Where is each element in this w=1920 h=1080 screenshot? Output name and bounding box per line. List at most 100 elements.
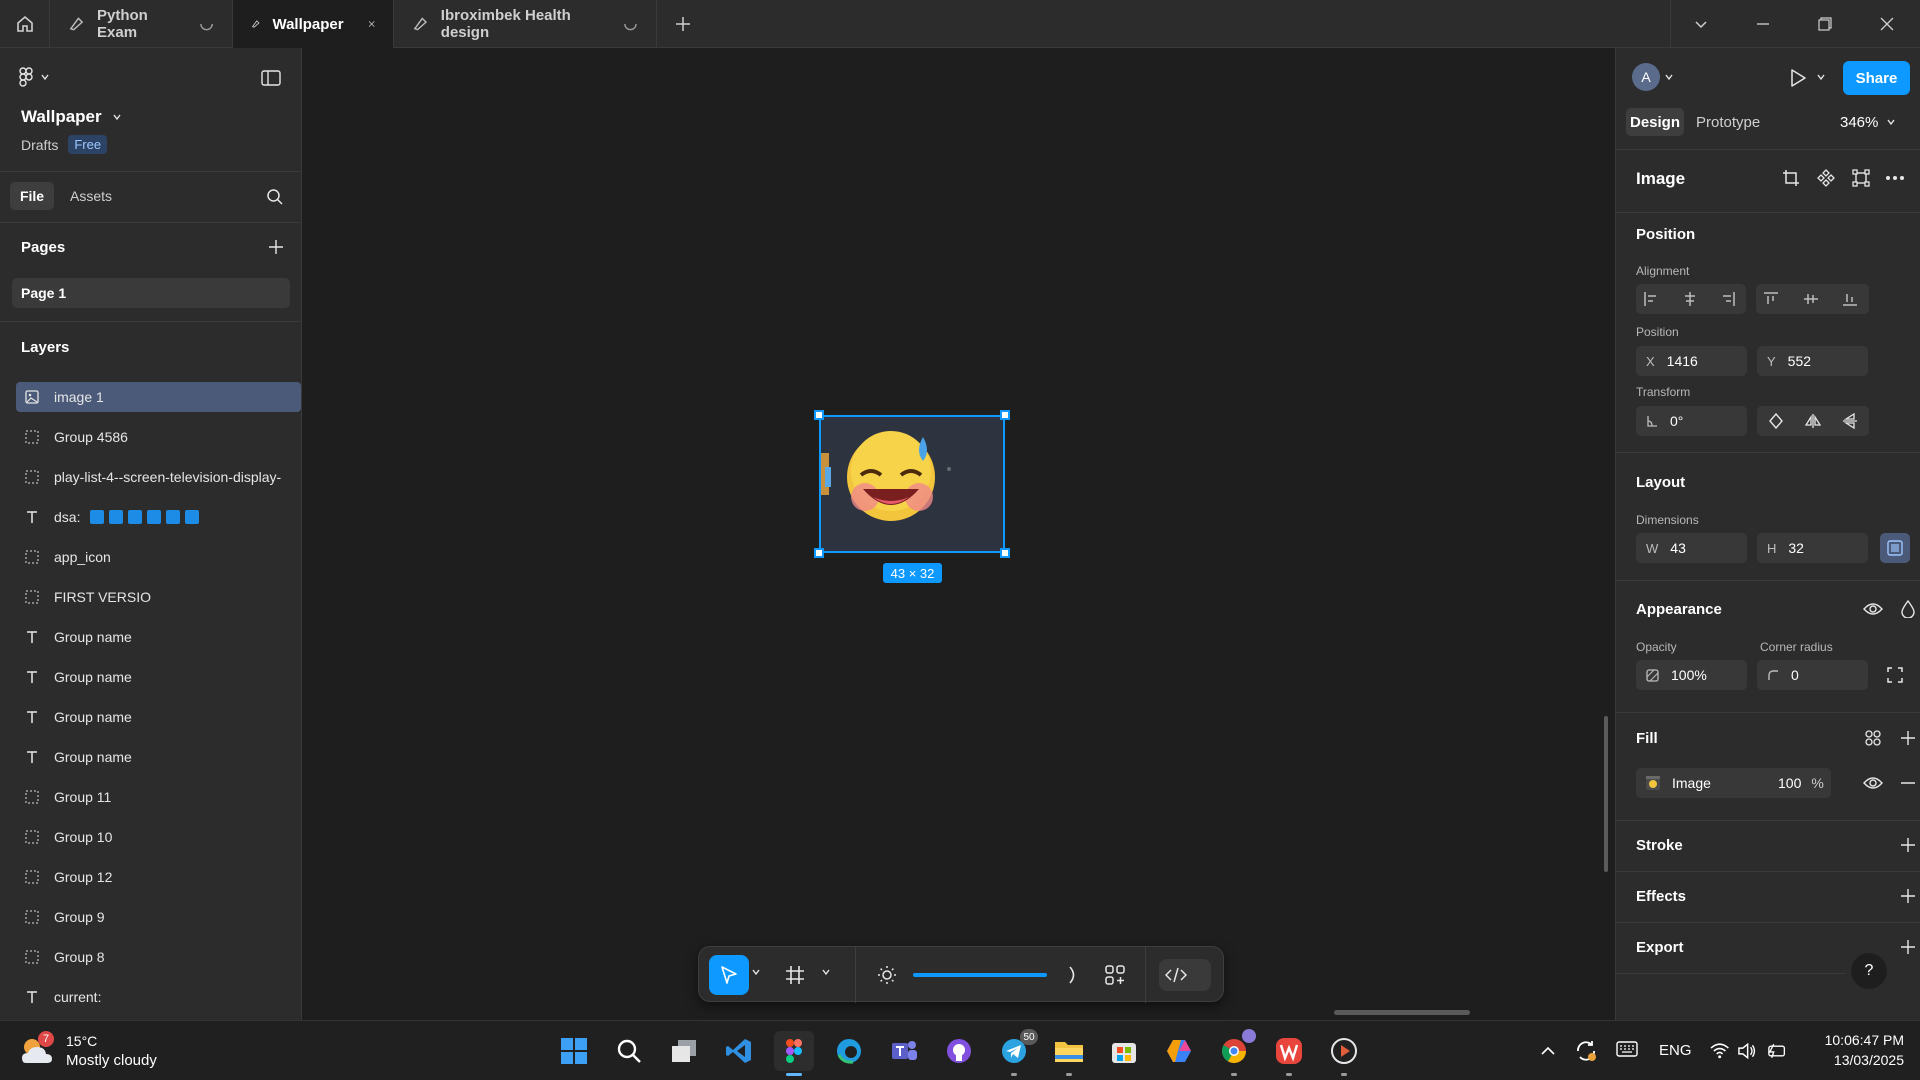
main-menu-button[interactable]: [18, 64, 62, 90]
frame-tool-button[interactable]: [775, 955, 815, 995]
zoom-dropdown[interactable]: 346%: [1840, 108, 1896, 136]
tab-design[interactable]: Design: [1626, 108, 1684, 136]
home-button[interactable]: [0, 0, 50, 48]
store-app[interactable]: [1104, 1031, 1144, 1071]
new-tab-button[interactable]: [668, 9, 698, 39]
resize-handle-top-right[interactable]: [1000, 410, 1010, 420]
add-fill-button[interactable]: [1893, 723, 1920, 753]
telegram-app[interactable]: 50: [994, 1029, 1038, 1076]
move-tool-dropdown[interactable]: [751, 967, 765, 981]
resize-handle-bottom-left[interactable]: [814, 548, 824, 558]
taskbar-search-button[interactable]: [609, 1031, 649, 1071]
frame-tool-dropdown[interactable]: [821, 967, 835, 981]
user-avatar[interactable]: A: [1632, 63, 1660, 91]
layer-item[interactable]: Group 4586: [16, 417, 301, 457]
file-explorer-app[interactable]: [1049, 1031, 1089, 1076]
layer-item[interactable]: app_icon: [16, 537, 301, 577]
rotation-field[interactable]: 0°: [1636, 406, 1747, 436]
add-export-button[interactable]: [1893, 932, 1920, 962]
share-button[interactable]: Share: [1843, 61, 1910, 95]
independent-corners-button[interactable]: [1880, 660, 1910, 690]
wps-office-app[interactable]: [1269, 1031, 1309, 1076]
toggle-sidebar-button[interactable]: [256, 66, 286, 90]
minimize-button[interactable]: [1732, 0, 1794, 48]
layer-item[interactable]: Group 8: [16, 937, 301, 977]
present-button[interactable]: [1784, 64, 1812, 92]
layer-item[interactable]: Group 9: [16, 897, 301, 937]
resize-handle-top-left[interactable]: [814, 410, 824, 420]
flip-vertical-button[interactable]: [1835, 406, 1865, 436]
figma-app[interactable]: [774, 1031, 814, 1076]
align-left-button[interactable]: [1636, 284, 1666, 314]
align-horizontal-center-button[interactable]: [1675, 284, 1705, 314]
corner-radius-field[interactable]: 0: [1757, 660, 1868, 690]
fill-image-field[interactable]: Image 100 %: [1636, 768, 1831, 798]
start-button[interactable]: [554, 1031, 594, 1071]
rotate-90-button[interactable]: [1761, 406, 1791, 436]
avatar-dropdown[interactable]: [1664, 72, 1674, 82]
help-button[interactable]: ?: [1851, 953, 1887, 989]
add-page-button[interactable]: [264, 235, 288, 259]
align-bottom-button[interactable]: [1835, 284, 1865, 314]
more-options-button[interactable]: [1880, 163, 1910, 193]
show-hidden-icons-button[interactable]: [1536, 1039, 1560, 1063]
components-button[interactable]: [1095, 955, 1135, 995]
brightness-button[interactable]: [867, 955, 907, 995]
present-dropdown[interactable]: [1816, 72, 1826, 82]
x-position-field[interactable]: X 1416: [1636, 346, 1747, 376]
close-window-button[interactable]: [1856, 0, 1918, 48]
layer-item[interactable]: FIRST VERSIO: [16, 577, 301, 617]
media-player-app[interactable]: [1324, 1031, 1364, 1076]
toggle-fill-visibility-button[interactable]: [1858, 768, 1888, 798]
height-field[interactable]: H 32: [1757, 533, 1868, 563]
file-name-button[interactable]: Wallpaper: [21, 107, 122, 127]
layer-item[interactable]: Group 10: [16, 817, 301, 857]
opacity-field[interactable]: 100%: [1636, 660, 1747, 690]
align-top-button[interactable]: [1756, 284, 1786, 314]
tab-file[interactable]: File: [10, 182, 54, 210]
network-volume-battery-group[interactable]: [1710, 1039, 1786, 1063]
layer-item[interactable]: dsa:: [16, 497, 301, 537]
move-tool-button[interactable]: [709, 955, 749, 995]
copilot-app[interactable]: [1159, 1031, 1199, 1071]
fill-styles-button[interactable]: [1858, 723, 1888, 753]
tab-ibroximbek-health-design[interactable]: Ibroximbek Health design: [394, 0, 657, 48]
layer-item[interactable]: Group 12: [16, 857, 301, 897]
layer-item[interactable]: Group name: [16, 697, 301, 737]
language-indicator[interactable]: ENG: [1659, 1042, 1692, 1059]
align-right-button[interactable]: [1713, 284, 1743, 314]
restore-button[interactable]: [1794, 0, 1856, 48]
vertical-scrollbar[interactable]: [1604, 716, 1608, 872]
align-vertical-center-button[interactable]: [1796, 284, 1826, 314]
layer-item[interactable]: current:: [16, 977, 301, 1017]
tab-wallpaper[interactable]: Wallpaper: [233, 0, 394, 48]
dev-mode-toggle[interactable]: [1159, 959, 1211, 991]
sync-tray-icon[interactable]: [1574, 1039, 1600, 1063]
drafts-link[interactable]: Drafts: [21, 137, 58, 153]
github-app[interactable]: [939, 1031, 979, 1071]
add-stroke-button[interactable]: [1893, 830, 1920, 860]
edge-app[interactable]: [829, 1031, 869, 1071]
width-field[interactable]: W 43: [1636, 533, 1747, 563]
y-position-field[interactable]: Y 552: [1757, 346, 1868, 376]
flip-horizontal-button[interactable]: [1798, 406, 1828, 436]
remove-fill-button[interactable]: [1893, 768, 1920, 798]
tab-python-exam[interactable]: Python Exam: [50, 0, 233, 48]
crop-button[interactable]: [1776, 163, 1806, 193]
layer-item[interactable]: image 1: [16, 382, 301, 412]
add-effect-button[interactable]: [1893, 881, 1920, 911]
layer-item[interactable]: play-list-4--screen-television-display-: [16, 457, 301, 497]
chrome-app[interactable]: [1214, 1029, 1256, 1076]
layer-item[interactable]: Group name: [16, 657, 301, 697]
tabs-dropdown-button[interactable]: [1670, 0, 1732, 48]
layer-item[interactable]: Group name: [16, 737, 301, 777]
canvas[interactable]: 43 × 32: [302, 48, 1615, 1020]
tab-assets[interactable]: Assets: [62, 182, 120, 210]
blend-mode-button[interactable]: [1893, 594, 1920, 624]
layer-item[interactable]: Group 11: [16, 777, 301, 817]
adjustment-slider[interactable]: [913, 973, 1047, 977]
layer-item[interactable]: Group name: [16, 617, 301, 657]
vscode-app[interactable]: [719, 1031, 759, 1071]
contrast-button[interactable]: [1061, 955, 1085, 995]
constrain-proportions-button[interactable]: [1880, 533, 1910, 563]
